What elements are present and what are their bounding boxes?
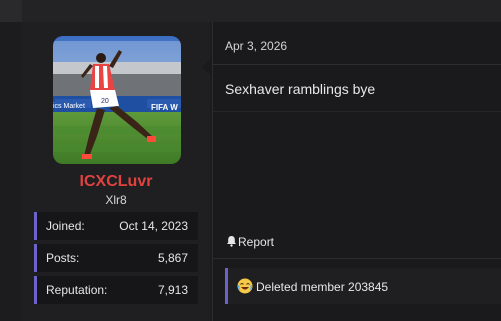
- report-button[interactable]: Report: [226, 235, 274, 250]
- post-date[interactable]: Apr 3, 2026: [225, 39, 287, 53]
- post-body: Sexhaver ramblings bye: [225, 81, 376, 97]
- stat-value: 5,867: [157, 251, 188, 265]
- divider: [213, 111, 501, 112]
- stat-reputation: Reputation: 7,913: [34, 276, 198, 304]
- divider: [213, 64, 501, 65]
- avatar[interactable]: 20 FIFA W ics Market: [53, 36, 181, 164]
- stat-value: 7,913: [157, 283, 188, 297]
- stat-value: Oct 14, 2023: [119, 219, 188, 233]
- top-strip: [0, 0, 501, 22]
- stat-posts: Posts: 5,867: [34, 244, 198, 272]
- stat-label: Reputation:: [46, 283, 108, 297]
- stat-joined: Joined: Oct 14, 2023: [34, 212, 198, 240]
- bell-icon: [226, 235, 237, 250]
- previous-post-edge: [22, 0, 501, 22]
- divider: [212, 22, 213, 321]
- user-title: Xlr8: [105, 193, 127, 207]
- stat-label: Posts:: [46, 251, 80, 265]
- svg-text:20: 20: [101, 98, 109, 105]
- avatar-image: 20 FIFA W ics Market: [53, 36, 181, 164]
- svg-text:FIFA W: FIFA W: [151, 103, 178, 112]
- stat-label: Joined:: [46, 219, 85, 233]
- laughing-crying-emoji-icon: [237, 278, 253, 297]
- reaction-user[interactable]: Deleted member 203845: [256, 280, 388, 294]
- reactions-bar[interactable]: Deleted member 203845: [225, 268, 501, 304]
- post-arrow: [202, 58, 212, 76]
- svg-text:ics Market: ics Market: [53, 103, 85, 110]
- report-label: Report: [238, 235, 275, 249]
- divider: [213, 258, 501, 259]
- page: 20 FIFA W ics Market ICXCLuvr Xlr8 Joine…: [0, 0, 501, 321]
- username[interactable]: ICXCLuvr: [22, 173, 210, 191]
